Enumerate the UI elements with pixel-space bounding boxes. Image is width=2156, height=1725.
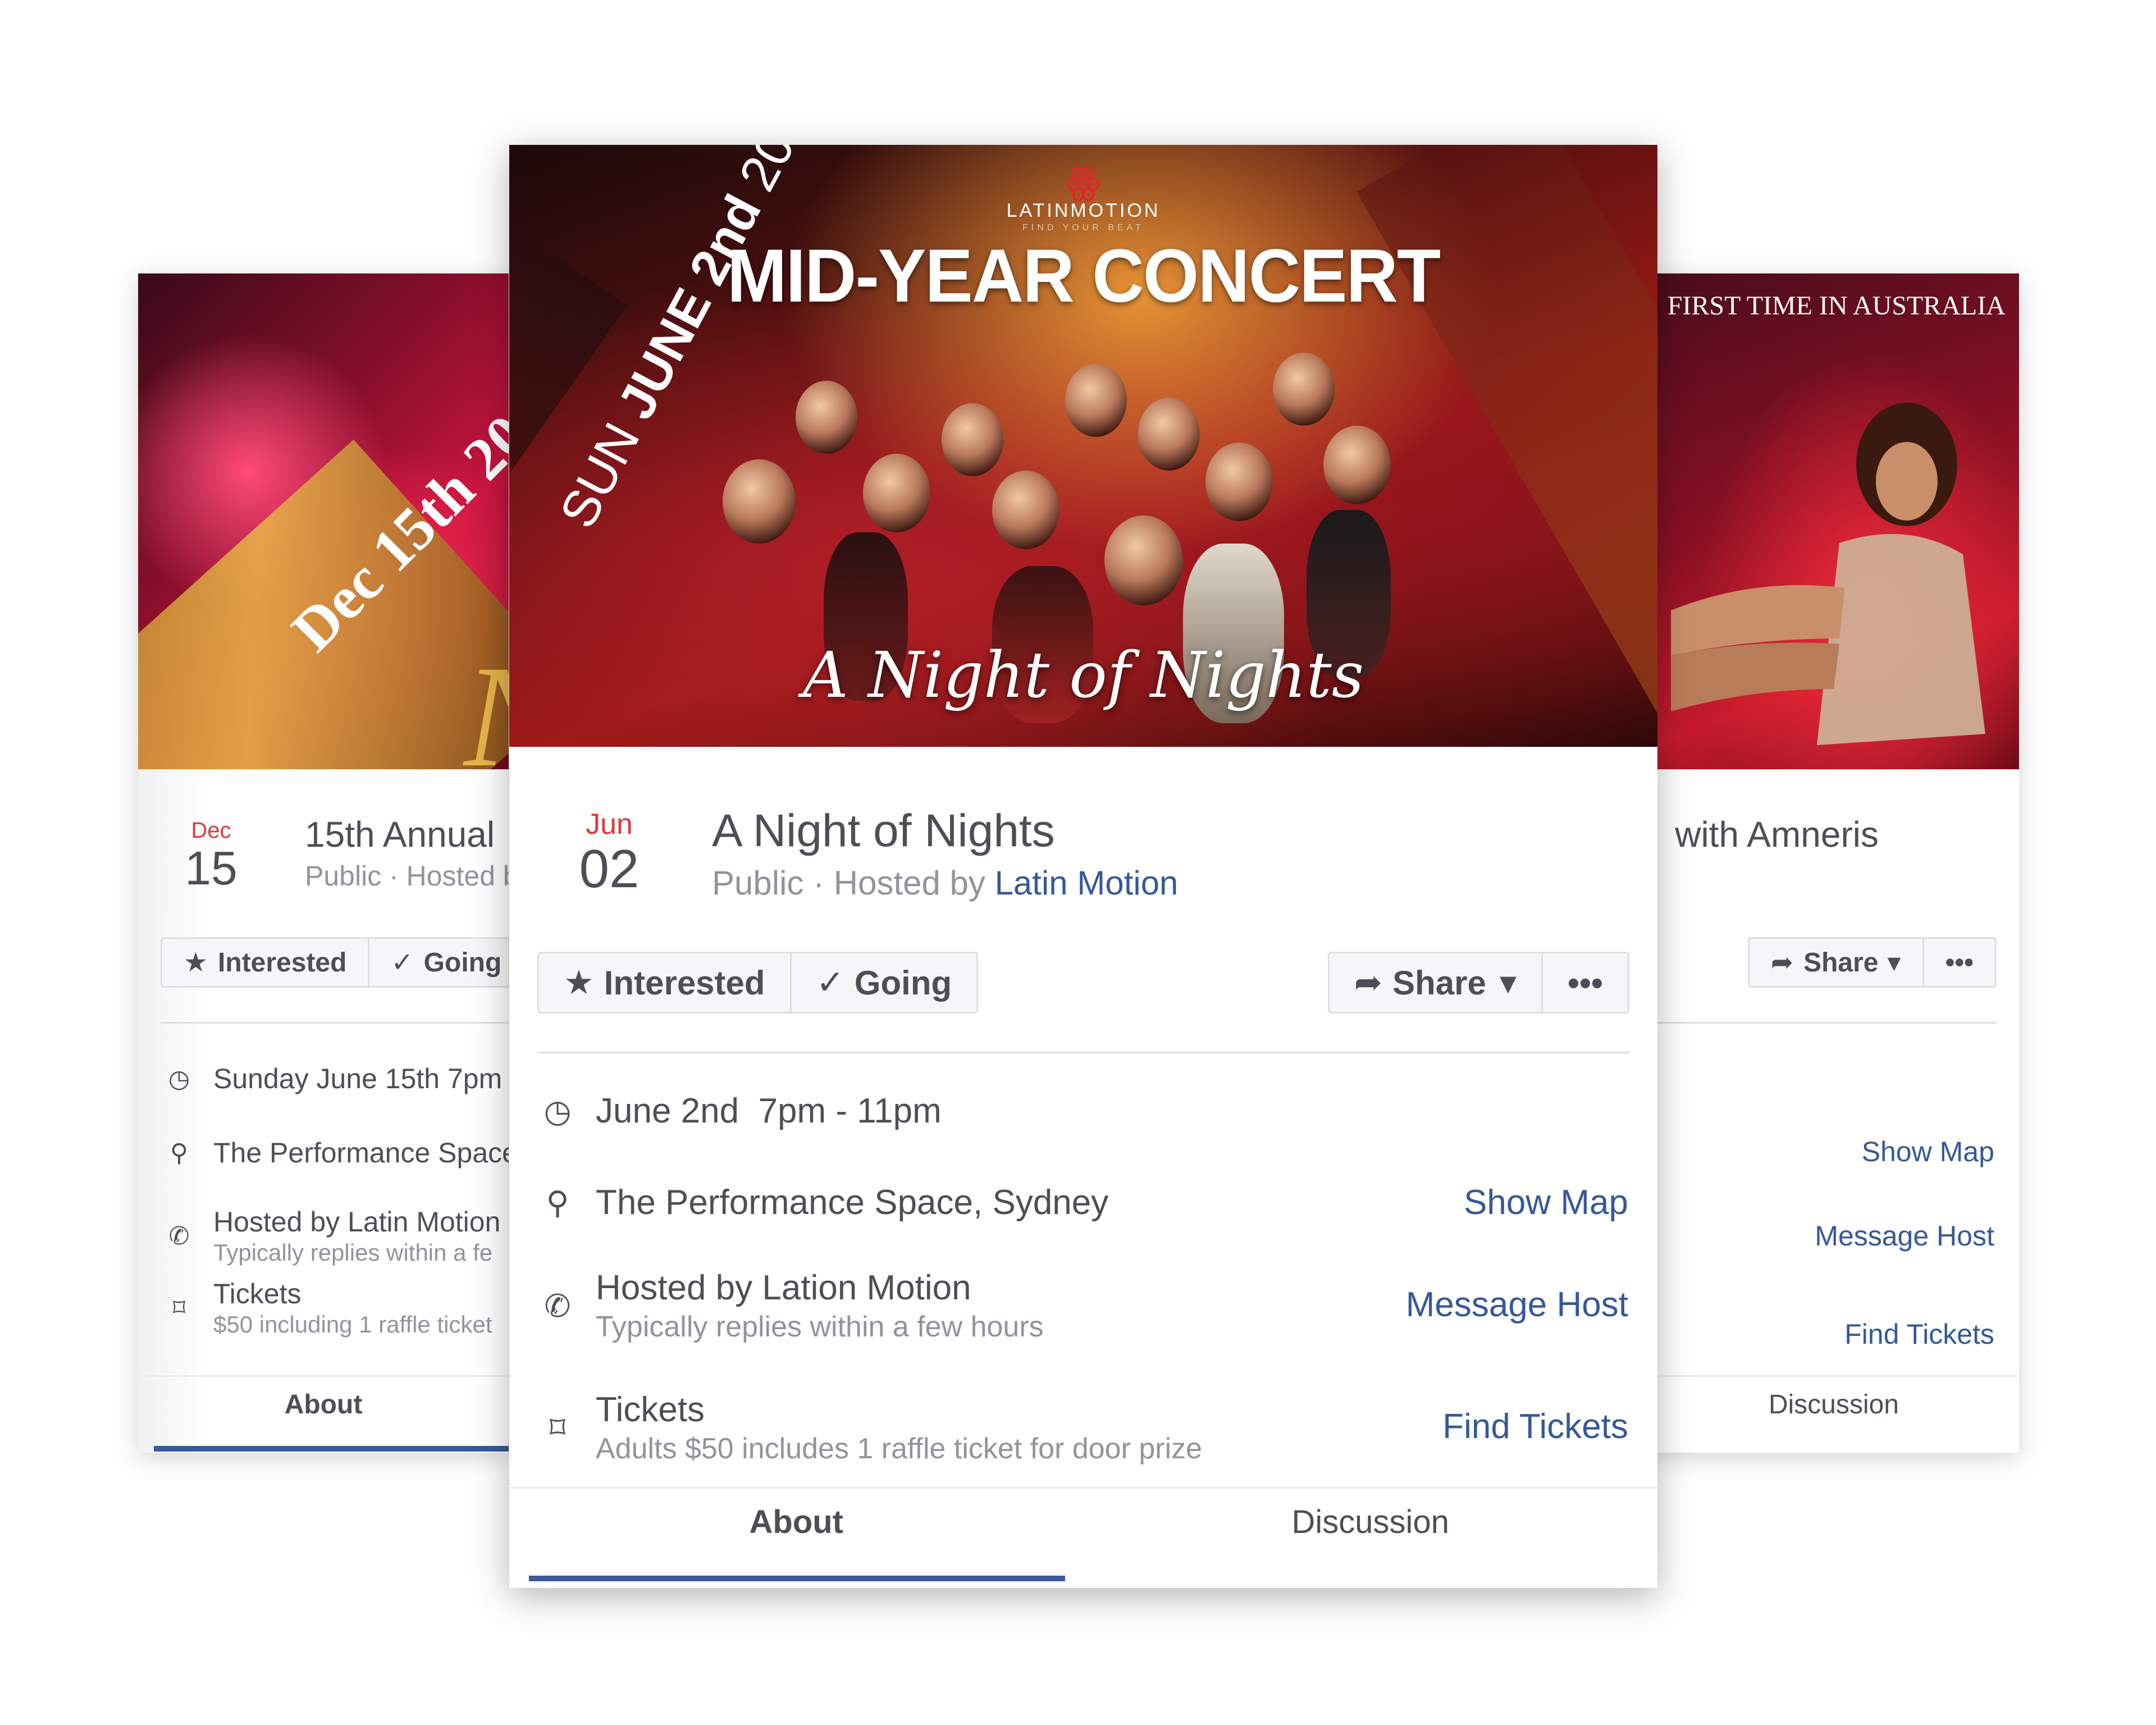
- more-icon: •••: [1945, 947, 1974, 978]
- divider: [1648, 1022, 1997, 1024]
- tab-about[interactable]: About: [509, 1489, 1084, 1584]
- event-month: Dec: [191, 818, 231, 843]
- share-arrow-icon: ➦: [1354, 964, 1383, 1001]
- message-host-link[interactable]: Message Host: [1406, 1285, 1628, 1325]
- going-button[interactable]: ✓ Going: [789, 953, 977, 1012]
- find-tickets-link[interactable]: Find Tickets: [1442, 1407, 1628, 1446]
- event-title: with Amneris: [1675, 814, 1879, 855]
- share-button-group: ➦ Share ▾ •••: [1327, 952, 1629, 1014]
- cover-tagline: FIRST TIME IN AUSTRALIA: [1667, 291, 2006, 321]
- clock-icon: ◷: [543, 1093, 572, 1129]
- event-cover-image: ꙮ LATINMOTION FIND YOUR BEAT MID-YEAR CO…: [509, 145, 1657, 747]
- event-title: 15th Annual: [305, 814, 495, 855]
- event-subtitle: Public · Hosted b: [305, 860, 509, 892]
- star-icon: ★: [564, 964, 594, 1001]
- event-time-row: ◷ Sunday June 15th 7pm: [163, 1062, 502, 1095]
- going-button[interactable]: ✓ Going: [368, 939, 509, 986]
- latin-motion-logo-icon: ꙮ: [1066, 161, 1101, 202]
- rsvp-button-group: ★ Interested ✓ Going: [161, 937, 509, 988]
- event-tabs: About: [138, 1375, 509, 1453]
- tab-discussion[interactable]: Discussion: [1648, 1377, 2019, 1453]
- share-arrow-icon: ➦: [1770, 948, 1794, 978]
- event-month: Jun: [586, 808, 633, 841]
- event-tickets-row: ⌑ Tickets $50 including 1 raffle ticket: [163, 1277, 492, 1338]
- brand-logo-text: LATINMOTION FIND YOUR BEAT: [1006, 200, 1161, 232]
- messenger-icon: ✆: [168, 1222, 190, 1250]
- check-icon: ✓: [816, 964, 844, 1001]
- performer-photo: [1671, 403, 1985, 745]
- find-tickets-link[interactable]: Find Tickets: [1844, 1318, 1994, 1350]
- event-tickets-row: ⌑ Tickets Adults $50 includes 1 raffle t…: [537, 1390, 1202, 1466]
- ticket-icon: ⌑: [549, 1409, 566, 1445]
- event-location-row: ⚲ The Performance Space, Sydney: [537, 1183, 1108, 1222]
- event-location-row: ⚲ The Performance Space: [163, 1137, 509, 1169]
- event-date-block: Jun 02: [570, 807, 648, 898]
- show-map-link[interactable]: Show Map: [1464, 1183, 1628, 1222]
- divider: [161, 1022, 509, 1024]
- tab-discussion[interactable]: Discussion: [1084, 1489, 1658, 1584]
- tab-about[interactable]: About: [138, 1377, 509, 1453]
- host-link[interactable]: Latin Motion: [995, 864, 1179, 902]
- event-title: A Night of Nights: [712, 805, 1055, 856]
- event-card-right: FIRST TIME IN AUSTRALIA with Amneris ➦ S…: [1648, 273, 2019, 1453]
- event-day: 15: [185, 842, 237, 895]
- event-cover-image-right: FIRST TIME IN AUSTRALIA: [1648, 273, 2019, 769]
- ticket-icon: ⌑: [172, 1294, 186, 1322]
- map-pin-icon: ⚲: [170, 1139, 189, 1167]
- check-icon: ✓: [391, 948, 414, 978]
- cover-title-fragment: Nig: [464, 633, 509, 769]
- more-options-button[interactable]: •••: [1541, 953, 1628, 1012]
- message-host-link[interactable]: Message Host: [1815, 1220, 1994, 1252]
- interested-button[interactable]: ★ Interested: [539, 953, 790, 1012]
- more-icon: •••: [1567, 964, 1603, 1002]
- chevron-down-icon: ▾: [1499, 964, 1516, 1001]
- interested-button[interactable]: ★ Interested: [162, 939, 368, 986]
- divider: [537, 1052, 1629, 1053]
- rsvp-button-group: ★ Interested ✓ Going: [537, 952, 979, 1014]
- active-tab-indicator: [154, 1446, 509, 1452]
- messenger-icon: ✆: [544, 1288, 571, 1324]
- more-options-button[interactable]: •••: [1922, 939, 1995, 986]
- event-date-block: Dec 15: [177, 818, 245, 893]
- share-button[interactable]: ➦ Share ▾: [1330, 953, 1541, 1012]
- event-tabs: About Discussion: [509, 1487, 1657, 1584]
- cover-script-title: A Night of Nights: [802, 639, 1364, 712]
- event-day: 02: [579, 839, 640, 899]
- chevron-down-icon: ▾: [1887, 948, 1901, 978]
- event-time-row: ◷ June 2nd 7pm - 11pm: [537, 1091, 942, 1131]
- star-icon: ★: [184, 948, 208, 978]
- event-tabs: Discussion: [1648, 1375, 2019, 1453]
- map-pin-icon: ⚲: [546, 1184, 569, 1220]
- event-subtitle: Public · Hosted by Latin Motion: [712, 864, 1179, 902]
- event-card-main: ꙮ LATINMOTION FIND YOUR BEAT MID-YEAR CO…: [509, 145, 1657, 1588]
- share-button-group: ➦ Share ▾ •••: [1747, 937, 1997, 988]
- event-host-row: ✆ Hosted by Lation Motion Typically repl…: [537, 1268, 1044, 1344]
- event-host-row: ✆ Hosted by Latin Motion Typically repli…: [163, 1206, 501, 1266]
- event-card-left: Dec 15th 2019 Nig Dec 15 15th Annual Pub…: [138, 273, 509, 1453]
- active-tab-indicator: [529, 1576, 1065, 1581]
- share-button[interactable]: ➦ Share ▾: [1750, 939, 1922, 986]
- show-map-link[interactable]: Show Map: [1862, 1135, 1994, 1168]
- clock-icon: ◷: [168, 1065, 190, 1093]
- event-cover-image-left: Dec 15th 2019 Nig: [138, 273, 509, 769]
